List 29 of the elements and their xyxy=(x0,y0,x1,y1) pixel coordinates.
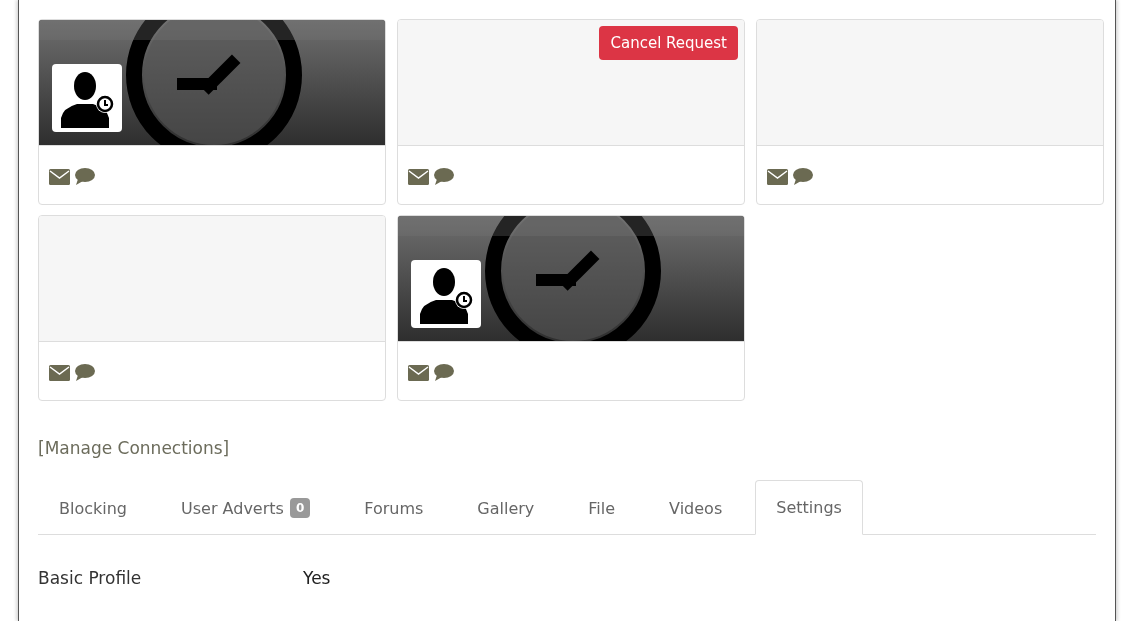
manage-connections-link[interactable]: [Manage Connections] xyxy=(38,438,230,458)
tab-label: Gallery xyxy=(477,498,535,518)
cancel-request-button[interactable]: Cancel Request xyxy=(599,26,738,60)
tab[interactable]: Settings xyxy=(755,480,863,535)
tab[interactable]: User Adverts 0 xyxy=(160,480,332,535)
tab-label: Settings xyxy=(776,498,842,517)
setting-label: Basic Profile xyxy=(38,568,143,588)
tab[interactable]: Gallery xyxy=(456,480,556,535)
setting-value: Yes xyxy=(303,568,331,588)
envelope-icon[interactable] xyxy=(49,168,70,185)
tab[interactable]: Blocking xyxy=(38,480,148,535)
speech-bubble-icon[interactable] xyxy=(74,364,95,381)
envelope-icon[interactable] xyxy=(49,364,70,381)
envelope-icon[interactable] xyxy=(767,168,788,185)
envelope-icon[interactable] xyxy=(408,364,429,381)
tab-label: User Adverts xyxy=(181,498,284,518)
speech-bubble-icon[interactable] xyxy=(74,168,95,185)
tab-label: Videos xyxy=(669,498,723,518)
tab[interactable]: File xyxy=(567,480,637,535)
tab-label: Blocking xyxy=(59,498,127,518)
speech-bubble-icon[interactable] xyxy=(433,364,454,381)
count-badge: 0 xyxy=(289,498,311,518)
speech-bubble-icon[interactable] xyxy=(433,168,454,185)
tab-label: Forums xyxy=(364,498,424,518)
tab[interactable]: Forums xyxy=(343,480,445,535)
envelope-icon[interactable] xyxy=(408,168,429,185)
tab[interactable]: Videos xyxy=(648,480,744,535)
speech-bubble-icon[interactable] xyxy=(792,168,813,185)
tab-label: File xyxy=(588,498,616,518)
